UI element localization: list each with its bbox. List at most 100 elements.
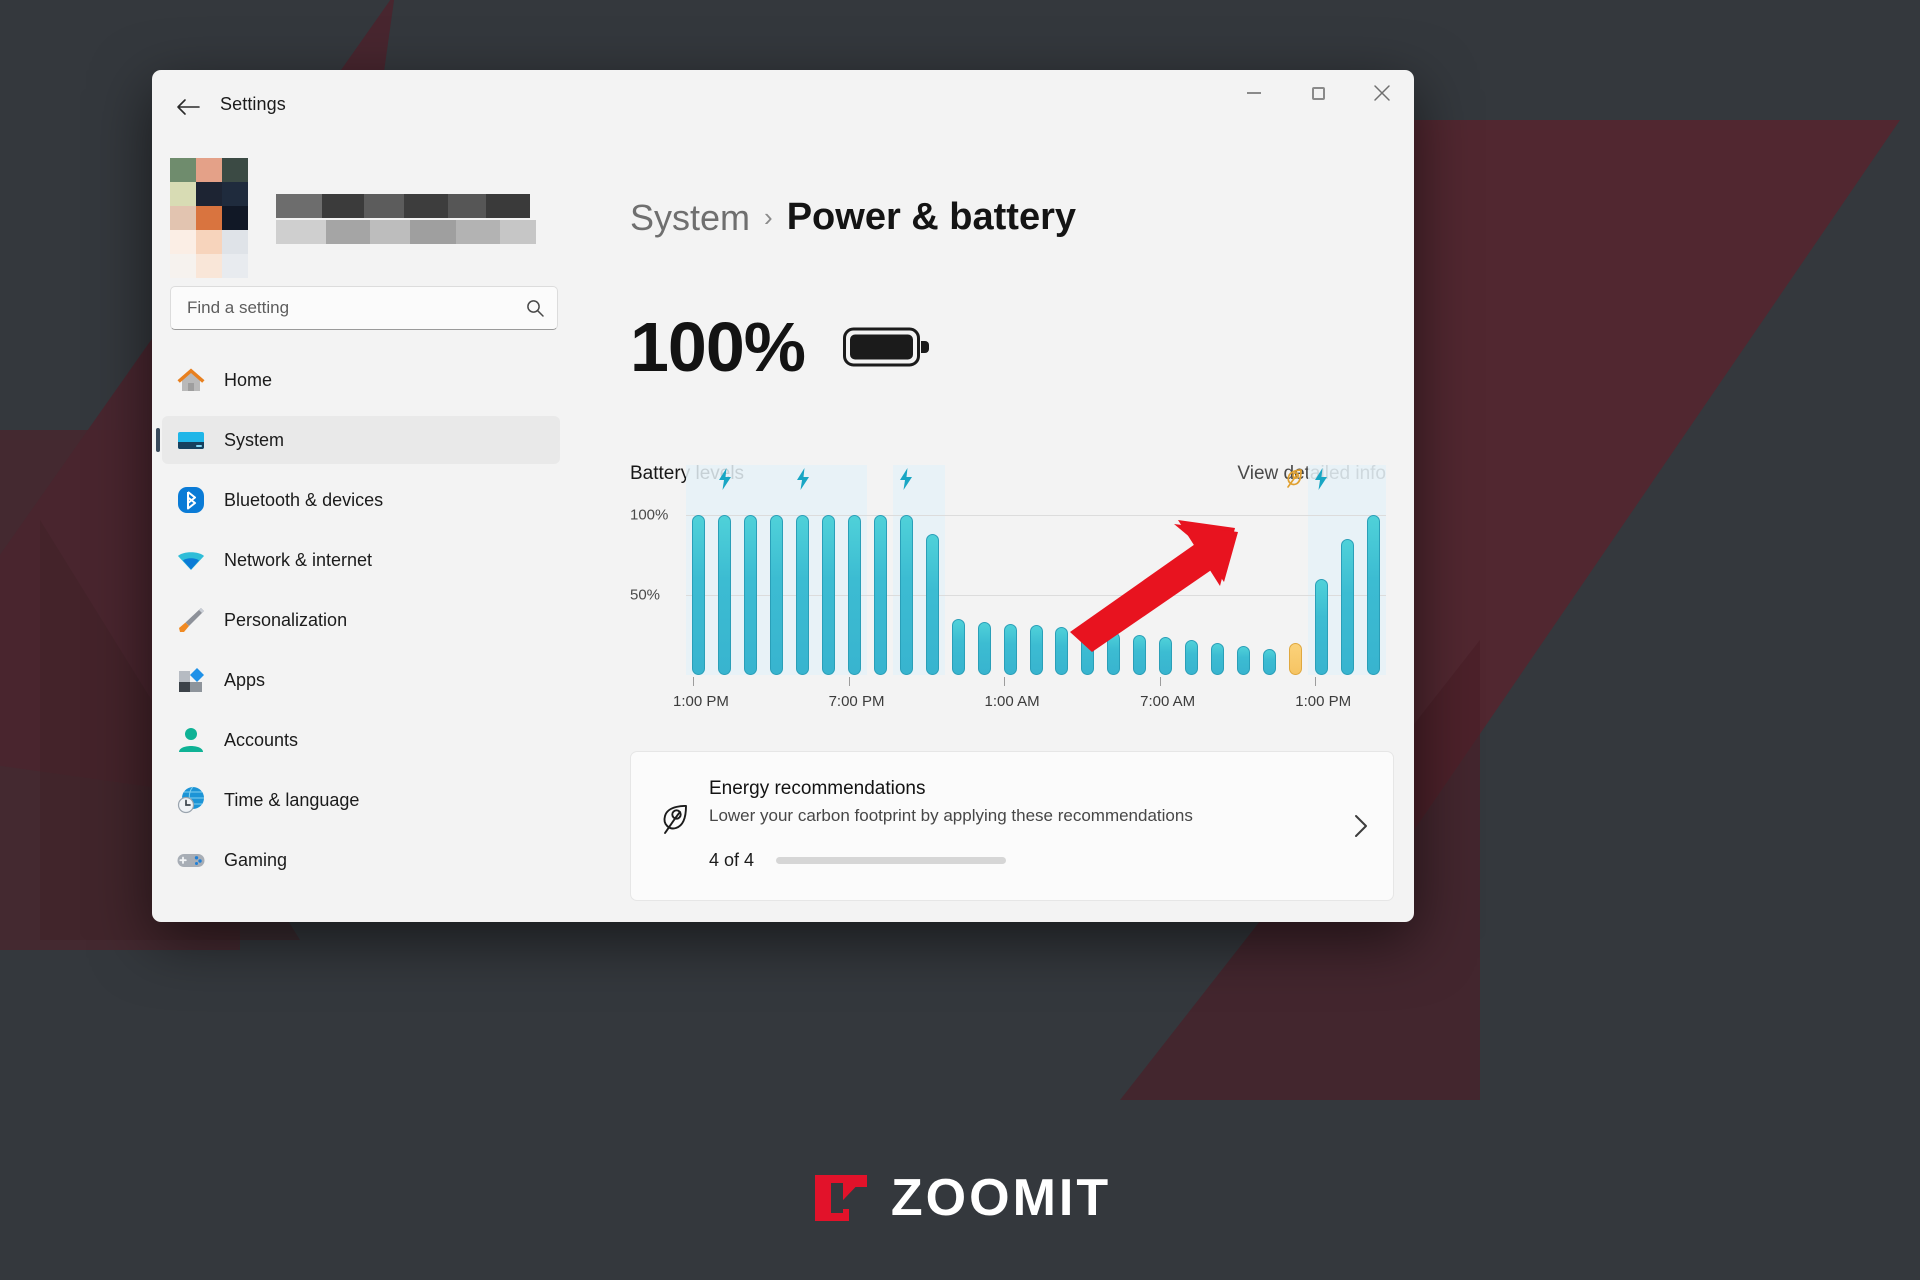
maximize-button[interactable]: [1286, 70, 1350, 116]
battery-level-bar: [1081, 630, 1095, 675]
avatar-tile: [170, 206, 196, 230]
charging-bolt-icon: [794, 467, 812, 496]
back-arrow-icon: [177, 99, 200, 115]
sidebar-item-personalization[interactable]: Personalization: [162, 596, 560, 644]
battery-level-bar: [977, 622, 991, 675]
avatar-tile: [222, 158, 248, 182]
sidebar-item-label: Personalization: [224, 609, 348, 630]
sidebar-item-network-internet[interactable]: Network & internet: [162, 536, 560, 584]
battery-level-bar: [899, 515, 913, 675]
wifi-icon: [174, 543, 208, 577]
battery-level-bar: [925, 534, 939, 675]
x-axis-tick: [848, 677, 850, 686]
avatar-tile: [222, 206, 248, 230]
battery-level-bar: [1055, 627, 1069, 675]
sidebar-item-label: Time & language: [224, 789, 360, 810]
sidebar-item-label: System: [224, 429, 285, 450]
battery-level-bar: [1133, 635, 1147, 675]
close-icon: [1374, 85, 1390, 101]
energy-card-subtitle: Lower your carbon footprint by applying …: [709, 806, 1193, 825]
x-axis: 1:00 PM 7:00 PM 1:00 AM 7:00 AM 1:00 PM: [673, 677, 1394, 727]
x-axis-tick: [1315, 677, 1317, 686]
redact-row: [276, 220, 536, 244]
breadcrumb-separator-icon: ›: [764, 202, 773, 232]
apps-icon: [174, 663, 208, 697]
battery-level-bar: [873, 515, 887, 675]
battery-level-bar: [1236, 646, 1250, 675]
battery-level-bar: [1288, 643, 1302, 675]
redact-row: [276, 194, 536, 218]
sidebar-item-label: Network & internet: [224, 549, 373, 570]
battery-level-bar: [951, 619, 965, 675]
sidebar-item-label: Accounts: [224, 729, 299, 750]
battery-percent: 100%: [630, 308, 806, 386]
sidebar-nav: Home System Bluetooth & devices Network & i…: [152, 356, 560, 896]
sidebar-item-time-language[interactable]: Time & language: [162, 776, 560, 824]
settings-window: Settings Find a setting Home System Blue…: [152, 70, 1414, 922]
battery-level-bar: [1003, 623, 1017, 675]
avatar-tile: [196, 206, 222, 230]
back-button[interactable]: [166, 90, 210, 124]
battery-saver-leaf-icon: [1285, 467, 1305, 494]
avatar-tile: [196, 230, 222, 254]
account-block[interactable]: [152, 136, 560, 278]
avatar-tile: [222, 254, 248, 278]
sidebar-item-home[interactable]: Home: [162, 356, 560, 404]
watermark: ZOOMIT: [0, 1168, 1920, 1228]
chevron-right-icon[interactable]: [1351, 812, 1371, 845]
window-body: Home System Bluetooth & devices Network & i…: [152, 136, 1414, 922]
bluetooth-icon: [174, 483, 208, 517]
x-axis-label: 7:00 PM: [828, 693, 885, 710]
title-bar: Settings: [152, 70, 1414, 136]
gridline: [686, 595, 1386, 596]
battery-levels-chart: 100% 50% 1:00 PM 7:00 PM 1:00 AM 7:00 AM 1:0…: [630, 465, 1394, 729]
energy-progress-track: [776, 857, 1007, 864]
battery-level-bar: [692, 515, 706, 675]
sidebar-item-accounts[interactable]: Accounts: [162, 716, 560, 764]
search-box[interactable]: [170, 286, 558, 330]
sidebar: Home System Bluetooth & devices Network & i…: [152, 136, 582, 922]
avatar-tile: [170, 182, 196, 206]
battery-level-bar: [796, 515, 810, 675]
x-axis-label: 7:00 AM: [1140, 693, 1196, 710]
account-name-redacted: [276, 194, 536, 244]
sidebar-item-bluetooth-devices[interactable]: Bluetooth & devices: [162, 476, 560, 524]
battery-level-bar: [822, 515, 836, 675]
main-content: System › Power & battery 100% Battery le…: [582, 136, 1414, 922]
close-button[interactable]: [1350, 70, 1414, 116]
breadcrumb-parent[interactable]: System: [630, 197, 750, 239]
search-icon[interactable]: [525, 298, 545, 318]
battery-status: 100%: [630, 307, 1394, 387]
battery-level-bar: [1210, 643, 1224, 675]
x-axis-tick: [1004, 677, 1006, 686]
search-input[interactable]: [187, 298, 525, 318]
sidebar-item-system[interactable]: System: [156, 416, 560, 464]
sidebar-item-apps[interactable]: Apps: [162, 656, 560, 704]
battery-level-bar: [1029, 625, 1043, 675]
energy-recommendations-card[interactable]: Energy recommendations Lower your carbon…: [630, 751, 1394, 901]
sidebar-item-gaming[interactable]: Gaming: [162, 836, 560, 884]
battery-level-bar: [1314, 579, 1328, 675]
sidebar-item-label: Apps: [224, 669, 266, 690]
minimize-button[interactable]: [1222, 70, 1286, 116]
y-axis-label-100: 100%: [630, 506, 669, 524]
watermark-text: ZOOMIT: [890, 1169, 1112, 1227]
x-axis-tick: [1159, 677, 1161, 686]
avatar-tile: [170, 230, 196, 254]
avatar-tile: [196, 158, 222, 182]
chart-plot-area: [686, 465, 1394, 675]
zoomit-z-logo: [814, 1175, 867, 1221]
energy-card-title: Energy recommendations: [709, 778, 926, 799]
gamepad-icon: [174, 843, 208, 877]
avatar[interactable]: [170, 158, 248, 278]
window-controls: [1222, 70, 1414, 116]
battery-level-bar: [1262, 649, 1276, 675]
battery-level-bar: [770, 515, 784, 675]
home-icon: [174, 363, 208, 397]
paintbrush-icon: [174, 603, 208, 637]
avatar-tile: [196, 182, 222, 206]
battery-level-bar: [1185, 639, 1199, 675]
battery-level-bar: [718, 515, 732, 675]
battery-level-bar: [1107, 631, 1121, 675]
charging-bolt-icon: [1312, 467, 1330, 496]
